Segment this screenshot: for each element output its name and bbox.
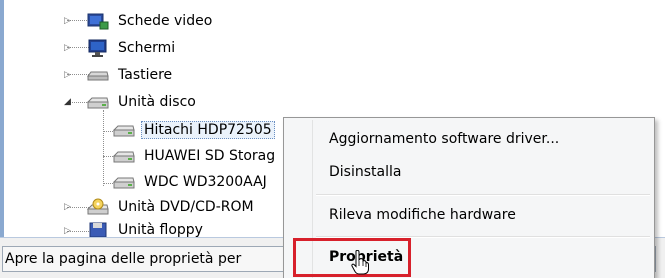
menu-item-label: Disinstalla — [329, 164, 402, 180]
tree-item-unita-dvd[interactable]: ▷ Unità DVD/CD-ROM — [64, 194, 257, 219]
tree-item-hitachi[interactable]: Hitachi HDP72505 — [112, 117, 275, 142]
keyboard-icon — [87, 66, 109, 84]
tree-item-label: Schede video — [118, 12, 213, 29]
expand-icon[interactable]: ▷ — [64, 226, 74, 236]
disk-drive-icon — [112, 147, 135, 165]
tree-item-unita-disco[interactable]: ◢ Unità disco — [64, 89, 199, 114]
tree-item-label: Unità DVD/CD-ROM — [118, 198, 254, 215]
expand-icon[interactable]: ▷ — [64, 70, 74, 80]
disk-drive-icon — [86, 93, 109, 111]
tree-item-unita-floppy[interactable]: ▷ Unità floppy — [64, 220, 206, 237]
menu-item-update-driver[interactable]: Aggiornamento software driver... — [288, 125, 648, 153]
menu-item-label: Rileva modifiche hardware — [329, 207, 516, 223]
expand-icon[interactable]: ▷ — [64, 16, 74, 26]
disk-drive-icon — [112, 173, 135, 191]
menu-item-label: Aggiornamento software driver... — [329, 131, 560, 147]
tree-item-wdc[interactable]: WDC WD3200AAJ — [112, 169, 270, 194]
disk-drive-icon — [112, 121, 135, 139]
collapse-icon[interactable]: ◢ — [64, 97, 74, 107]
tree-item-label: Schermi — [118, 39, 176, 56]
tree-item-schermi[interactable]: ▷ Schermi — [64, 35, 178, 60]
tree-item-huawei[interactable]: HUAWEI SD Storag — [112, 143, 278, 168]
tree-item-label: WDC WD3200AAJ — [144, 173, 267, 190]
tree-item-label: Tastiere — [118, 66, 173, 83]
menu-item-uninstall[interactable]: Disinstalla — [288, 158, 648, 186]
tree-item-label: Unità disco — [118, 93, 196, 110]
expand-icon[interactable]: ▷ — [64, 43, 74, 53]
display-adapter-icon — [87, 12, 109, 30]
tree-item-label: HUAWEI SD Storag — [144, 147, 276, 164]
hand-cursor-icon — [351, 250, 369, 275]
tree-item-tastiere[interactable]: ▷ Tastiere — [64, 62, 175, 87]
menu-separator — [316, 194, 650, 196]
floppy-drive-icon — [87, 220, 109, 237]
tree-item-label: Unità floppy — [118, 222, 203, 237]
monitor-icon — [87, 39, 109, 57]
expand-icon[interactable]: ▷ — [64, 202, 74, 212]
tree-item-label: Hitachi HDP72505 — [141, 120, 275, 139]
tree-item-schede-video[interactable]: ▷ Schede video — [64, 8, 215, 33]
menu-item-scan-hardware[interactable]: Rileva modifiche hardware — [288, 201, 648, 229]
dvd-drive-icon — [86, 198, 109, 216]
